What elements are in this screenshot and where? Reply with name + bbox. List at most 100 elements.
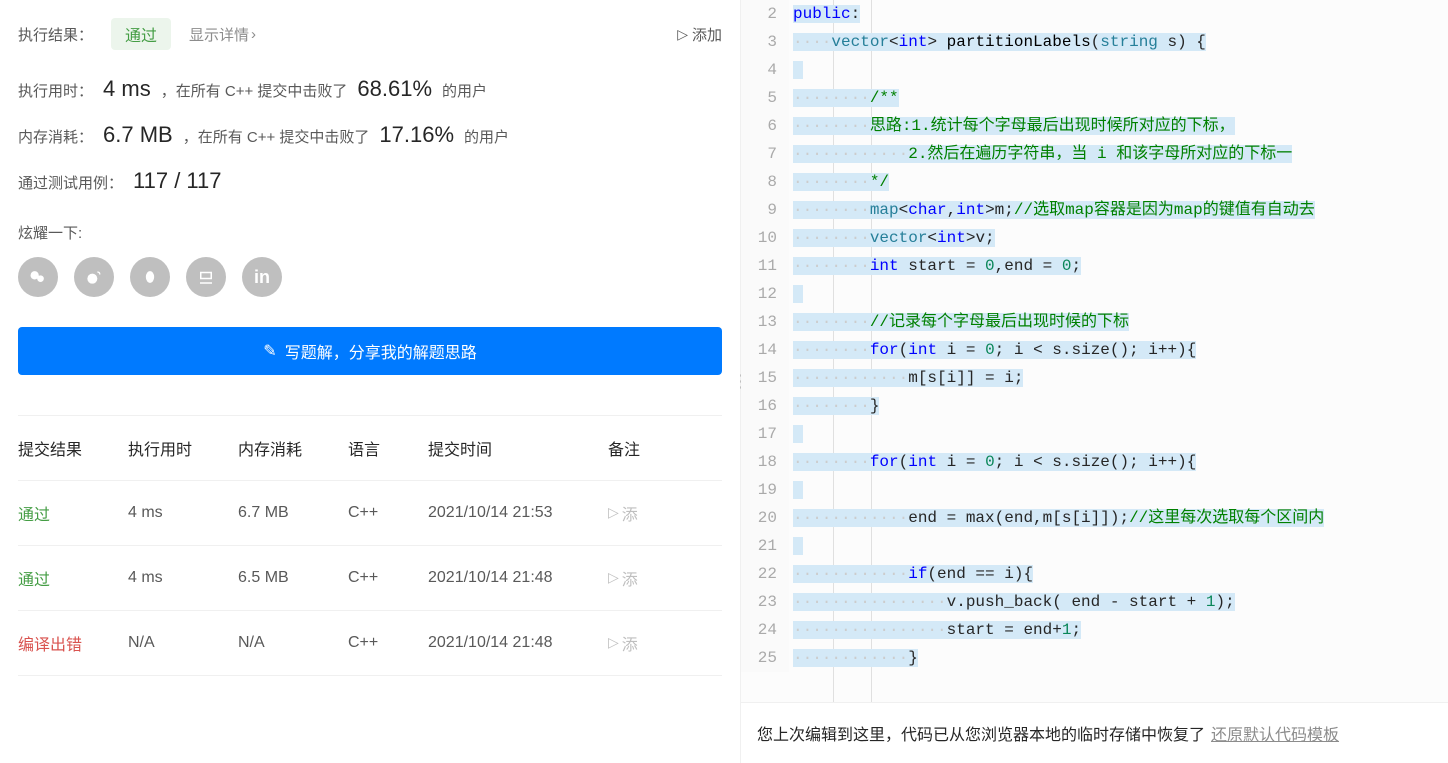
brag-section: 炫耀一下: in (18, 204, 722, 307)
col-runtime: 执行用时 (128, 436, 238, 460)
line-number: 23 (741, 588, 789, 616)
table-row[interactable]: 通过4 ms6.7 MBC++2021/10/14 21:53添 (18, 481, 722, 546)
code-line: 23················v.push_back( end - sta… (741, 588, 1448, 616)
code-editor[interactable]: 2public:3····vector<int> partitionLabels… (741, 0, 1448, 702)
code-line: 7············2.然后在遍历字符串，当 i 和该字母所对应的下标一 (741, 140, 1448, 168)
code-line: 14········for(int i = 0; i < s.size(); i… (741, 336, 1448, 364)
wechat-icon[interactable] (18, 257, 58, 297)
row-note-add[interactable]: 添 (608, 566, 698, 590)
code-content: ········int start = 0,end = 0; (789, 252, 1448, 280)
row-status: 通过 (18, 566, 128, 590)
flag-icon (608, 634, 619, 652)
weibo-icon[interactable] (74, 257, 114, 297)
row-runtime: N/A (128, 634, 238, 652)
code-panel: 2public:3····vector<int> partitionLabels… (740, 0, 1448, 763)
line-number: 5 (741, 84, 789, 112)
code-content: ········map<char,int>m;//选取map容器是因为map的键… (789, 196, 1448, 224)
code-line: 12 (741, 280, 1448, 308)
write-solution-button[interactable]: 写题解，分享我的解题思路 (18, 327, 722, 375)
line-number: 8 (741, 168, 789, 196)
memory-beat-prefix: ，在所有 C++ 提交中击败了 (183, 126, 370, 147)
row-runtime: 4 ms (128, 569, 238, 587)
code-line: 10········vector<int>v; (741, 224, 1448, 252)
code-content: ············2.然后在遍历字符串，当 i 和该字母所对应的下标一 (789, 140, 1448, 168)
pencil-icon (263, 341, 276, 361)
row-time: 2021/10/14 21:48 (428, 569, 608, 587)
line-number: 2 (741, 0, 789, 28)
row-lang: C++ (348, 504, 428, 522)
row-note-add[interactable]: 添 (608, 631, 698, 655)
table-row[interactable]: 通过4 ms6.5 MBC++2021/10/14 21:48添 (18, 546, 722, 611)
code-line: 4 (741, 56, 1448, 84)
code-content (789, 420, 1448, 448)
qq-icon[interactable] (130, 257, 170, 297)
code-content: ········*/ (789, 168, 1448, 196)
show-details-link[interactable]: 显示详情 (189, 24, 256, 45)
restore-link[interactable]: 还原默认代码模板 (1211, 721, 1339, 745)
code-content: ········/** (789, 84, 1448, 112)
code-content: ········for(int i = 0; i < s.size(); i++… (789, 336, 1448, 364)
share-icons: in (18, 257, 722, 297)
line-number: 24 (741, 616, 789, 644)
write-solution-text: 写题解，分享我的解题思路 (285, 339, 477, 363)
code-content: ············m[s[i]] = i; (789, 364, 1448, 392)
add-note-button[interactable]: 添加 (677, 24, 722, 45)
runtime-beat-prefix: ，在所有 C++ 提交中击败了 (161, 80, 348, 101)
line-number: 4 (741, 56, 789, 84)
line-number: 18 (741, 448, 789, 476)
code-line: 25············} (741, 644, 1448, 672)
code-content: ········for(int i = 0; i < s.size(); i++… (789, 448, 1448, 476)
testcases-value: 117 / 117 (133, 168, 221, 194)
result-header-left: 执行结果： 通过 显示详情 (18, 18, 256, 50)
memory-row: 内存消耗： 6.7 MB ，在所有 C++ 提交中击败了 17.16% 的用户 (18, 112, 722, 158)
code-line: 9········map<char,int>m;//选取map容器是因为map的… (741, 196, 1448, 224)
row-status: 编译出错 (18, 631, 128, 655)
line-number: 17 (741, 420, 789, 448)
result-status: 通过 (111, 18, 171, 50)
line-number: 21 (741, 532, 789, 560)
testcases-row: 通过测试用例： 117 / 117 (18, 158, 722, 204)
douban-icon[interactable] (186, 257, 226, 297)
results-panel: 执行结果： 通过 显示详情 添加 执行用时： 4 ms ，在所有 C++ 提交中… (0, 0, 740, 763)
line-number: 14 (741, 336, 789, 364)
show-details-text: 显示详情 (189, 24, 249, 45)
restore-text: 您上次编辑到这里，代码已从您浏览器本地的临时存储中恢复了 (757, 721, 1205, 745)
code-content: ················start = end+1; (789, 616, 1448, 644)
row-note-add[interactable]: 添 (608, 501, 698, 525)
add-note-text: 添加 (692, 24, 722, 45)
code-content: ················v.push_back( end - start… (789, 588, 1448, 616)
history-table: 提交结果 执行用时 内存消耗 语言 提交时间 备注 通过4 ms6.7 MBC+… (18, 415, 722, 676)
code-content: ············} (789, 644, 1448, 672)
row-status: 通过 (18, 501, 128, 525)
line-number: 16 (741, 392, 789, 420)
code-line: 5········/** (741, 84, 1448, 112)
memory-suffix: 的用户 (464, 126, 509, 147)
line-number: 19 (741, 476, 789, 504)
code-content: ············end = max(end,m[s[i]]);//这里每… (789, 504, 1448, 532)
line-number: 11 (741, 252, 789, 280)
memory-pct: 17.16% (379, 122, 454, 148)
line-number: 13 (741, 308, 789, 336)
row-memory: 6.7 MB (238, 504, 348, 522)
memory-value: 6.7 MB (103, 122, 173, 148)
table-row[interactable]: 编译出错N/AN/AC++2021/10/14 21:48添 (18, 611, 722, 676)
line-number: 22 (741, 560, 789, 588)
code-line: 2public: (741, 0, 1448, 28)
code-line: 3····vector<int> partitionLabels(string … (741, 28, 1448, 56)
line-number: 7 (741, 140, 789, 168)
code-line: 19 (741, 476, 1448, 504)
code-line: 6········思路:1.统计每个字母最后出现时候所对应的下标， (741, 112, 1448, 140)
code-content: ········} (789, 392, 1448, 420)
runtime-pct: 68.61% (357, 76, 432, 102)
code-content (789, 476, 1448, 504)
code-line: 8········*/ (741, 168, 1448, 196)
code-content (789, 532, 1448, 560)
col-lang: 语言 (348, 436, 428, 460)
runtime-suffix: 的用户 (442, 80, 487, 101)
code-line: 21 (741, 532, 1448, 560)
col-note: 备注 (608, 436, 698, 460)
row-memory: 6.5 MB (238, 569, 348, 587)
linkedin-icon[interactable]: in (242, 257, 282, 297)
code-content: ············if(end == i){ (789, 560, 1448, 588)
code-line: 17 (741, 420, 1448, 448)
